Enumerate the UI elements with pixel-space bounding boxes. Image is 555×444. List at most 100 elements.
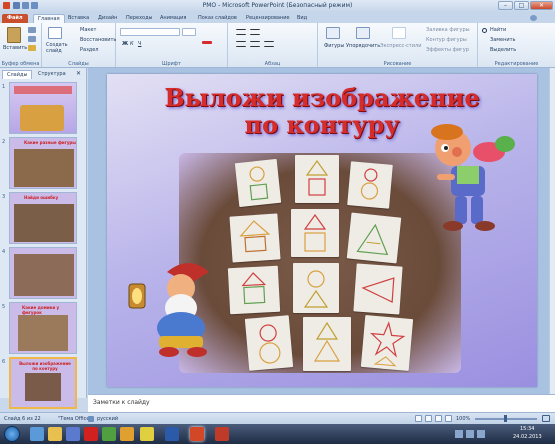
section-button[interactable]: Раздел [80,47,98,53]
notes-pane[interactable]: Заметки к слайду [88,394,555,412]
find-button[interactable]: Найти [490,27,506,33]
shape-fill-button[interactable]: Заливка фигуры [426,27,470,33]
media-player-icon[interactable] [66,427,80,441]
slide-thumbnail-selected[interactable]: Выложи изображение по контуру [9,357,77,409]
close-panel-icon[interactable]: ✕ [76,70,81,77]
paste-icon[interactable] [7,27,21,43]
yandex-icon[interactable] [84,427,98,441]
shape-effects-button[interactable]: Эффекты фигур [426,47,469,53]
theme-name[interactable]: "Тема Office" [58,416,92,422]
paste-button[interactable]: Вставить [3,45,27,51]
reset-button[interactable]: Восстановить [80,37,116,43]
bullets-icon[interactable] [236,29,246,35]
powerpoint-taskbar-icon[interactable] [190,427,204,441]
underline-icon[interactable]: Ч [138,41,141,47]
slide-sorter-icon[interactable] [425,415,432,422]
new-slide-icon[interactable] [48,27,62,39]
reading-view-icon[interactable] [435,415,442,422]
slide-thumbnail[interactable]: Найди ошибку [9,192,77,244]
thumb-caption: Какие домики у фигурок [22,305,60,315]
quick-styles-button[interactable]: Экспресс-стили [380,43,421,49]
tab-file[interactable]: Файл [2,14,28,23]
gnome-character-image[interactable] [119,254,229,364]
explorer-icon[interactable] [48,427,62,441]
minimize-button[interactable]: – [498,1,513,10]
bold-icon[interactable]: Ж [122,41,128,47]
shape-card [353,263,403,315]
fit-to-window-icon[interactable] [542,415,550,422]
find-icon[interactable] [482,28,487,33]
app-icon[interactable] [120,427,134,441]
shape-card [234,158,282,208]
tab-design[interactable]: Дизайн [98,14,117,23]
tab-slides[interactable]: Слайды [2,70,33,79]
align-center-icon[interactable] [250,41,260,47]
tab-outline[interactable]: Структура [34,70,70,79]
cut-icon[interactable] [28,27,36,33]
format-painter-icon[interactable] [28,45,36,51]
slides-panel: Слайды Структура ✕ 1 2 Какие разные фигу… [0,68,87,409]
help-icon[interactable] [530,15,537,21]
slide-thumbnail[interactable] [9,247,77,299]
thumb-number: 2 [2,139,6,145]
align-right-icon[interactable] [264,41,274,47]
shape-card [295,155,339,203]
thumb-number: 3 [2,194,6,200]
clock-date[interactable]: 24.02.2013 [513,434,542,440]
font-group: Ж К Ч Шрифт [116,23,228,67]
spellcheck-icon[interactable] [88,416,94,422]
word-icon[interactable] [165,427,179,441]
maximize-button[interactable]: □ [514,1,529,10]
carlson-character-image[interactable] [417,122,525,242]
volume-icon[interactable] [477,430,485,438]
arrange-icon[interactable] [356,27,370,39]
tab-review[interactable]: Рецензирование [246,14,290,23]
slideshow-icon[interactable] [445,415,452,422]
normal-view-icon[interactable] [415,415,422,422]
select-button[interactable]: Выделить [490,47,516,53]
align-left-icon[interactable] [236,41,246,47]
close-button[interactable]: ✕ [530,1,553,10]
language-indicator[interactable]: русский [97,416,118,422]
shapes-icon[interactable] [326,27,340,39]
shape-outline-button[interactable]: Контур фигуры [426,37,467,43]
font-name-field[interactable] [120,28,180,36]
clock-time[interactable]: 15:34 [520,426,534,432]
current-slide[interactable]: Выложи изображение по контуру [107,74,537,387]
windows-taskbar: 15:34 24.02.2013 [0,424,555,444]
font-color-icon[interactable] [202,41,212,44]
quick-styles-icon[interactable] [392,27,406,39]
tab-slideshow[interactable]: Показ слайдов [198,14,237,23]
new-slide-button[interactable]: Создать слайд [46,42,68,54]
network-icon[interactable] [466,430,474,438]
app-icon[interactable] [215,427,229,441]
zoom-level[interactable]: 100% [456,416,470,422]
shape-card [291,209,339,257]
slide-thumbnail[interactable]: Какие домики у фигурок [9,302,77,354]
slide-thumbnail[interactable]: Какие разные фигуры [9,137,77,189]
tab-view[interactable]: Вид [297,14,307,23]
tab-animation[interactable]: Анимация [160,14,186,23]
font-size-field[interactable] [182,28,196,36]
tray-icon[interactable] [455,430,463,438]
slide-thumbnail[interactable] [9,82,77,134]
tab-home[interactable]: Главная [33,14,65,23]
tab-transitions[interactable]: Переходы [126,14,153,23]
arrange-button[interactable]: Упорядочить [346,43,380,49]
zoom-slider-thumb[interactable] [504,415,507,422]
italic-icon[interactable]: К [130,41,134,47]
numbering-icon[interactable] [250,29,260,35]
replace-button[interactable]: Заменить [490,37,516,43]
ie-icon[interactable] [30,427,44,441]
status-bar: Слайд 6 из 22 "Тема Office" русский 100% [0,412,555,424]
app-icon[interactable] [140,427,154,441]
editing-group: Найти Заменить Выделить Редактирование [478,23,555,67]
layout-button[interactable]: Макет [80,27,96,33]
title-bar: РМО - Microsoft PowerPoint (Безопасный р… [0,0,555,12]
tab-insert[interactable]: Вставка [68,14,89,23]
vertical-scrollbar[interactable] [549,68,555,394]
utorrent-icon[interactable] [102,427,116,441]
shapes-button[interactable]: Фигуры [324,43,344,49]
copy-icon[interactable] [28,36,36,42]
start-button[interactable] [4,426,20,442]
